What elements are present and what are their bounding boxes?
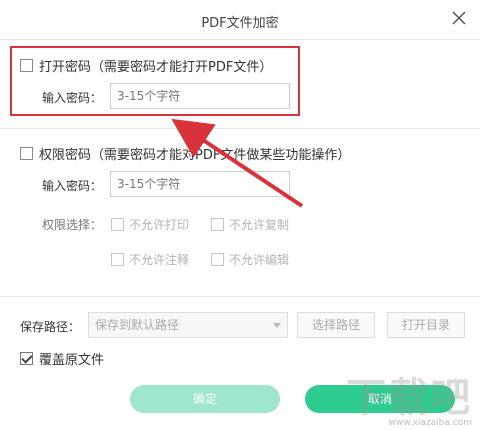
overwrite-label: 覆盖原文件 bbox=[39, 353, 105, 368]
perm-no-copy-label: 不允许复制 bbox=[229, 218, 290, 232]
dropdown-arrow-icon bbox=[273, 323, 281, 328]
save-path-value: 保存到默认路径 bbox=[95, 318, 180, 332]
open-password-input-label: 输入密码： bbox=[42, 91, 103, 105]
cancel-button[interactable]: 取消 bbox=[305, 385, 455, 413]
confirm-button[interactable]: 确定 bbox=[130, 385, 280, 413]
permission-password-label: 权限密码（需要密码才能对PDF文件做某些功能操作） bbox=[39, 148, 351, 163]
perm-no-annotate-label: 不允许注释 bbox=[129, 253, 190, 267]
perm-no-copy[interactable]: 不允许复制 bbox=[211, 216, 289, 233]
open-password-input[interactable] bbox=[110, 83, 290, 109]
permission-password-option[interactable]: 权限密码（需要密码才能对PDF文件做某些功能操作） bbox=[20, 144, 350, 163]
perm-no-edit-checkbox[interactable] bbox=[211, 253, 224, 266]
permission-password-input[interactable] bbox=[110, 171, 290, 197]
close-icon[interactable] bbox=[450, 9, 468, 27]
watermark-url: www.xiazaiba.com bbox=[388, 418, 472, 428]
open-password-checkbox[interactable] bbox=[20, 59, 33, 72]
title-bar: PDF文件加密 bbox=[0, 0, 480, 40]
permission-select-label: 权限选择： bbox=[42, 218, 103, 232]
overwrite-checkbox[interactable] bbox=[20, 352, 33, 365]
open-password-option[interactable]: 打开密码（需要密码才能打开PDF文件） bbox=[20, 56, 272, 75]
permission-password-checkbox[interactable] bbox=[20, 147, 33, 160]
perm-no-annotate-checkbox[interactable] bbox=[111, 253, 124, 266]
dialog-title: PDF文件加密 bbox=[201, 16, 279, 31]
permission-password-input-label: 输入密码： bbox=[42, 179, 103, 193]
section-divider bbox=[0, 128, 480, 129]
section-divider bbox=[0, 296, 480, 297]
save-path-select[interactable]: 保存到默认路径 bbox=[88, 312, 288, 338]
perm-no-edit-label: 不允许编辑 bbox=[229, 253, 290, 267]
perm-no-copy-checkbox[interactable] bbox=[211, 218, 224, 231]
perm-no-print[interactable]: 不允许打印 bbox=[111, 216, 189, 233]
open-folder-button[interactable]: 打开目录 bbox=[387, 312, 465, 338]
perm-no-print-checkbox[interactable] bbox=[111, 218, 124, 231]
perm-no-edit[interactable]: 不允许编辑 bbox=[211, 251, 289, 268]
perm-no-annotate[interactable]: 不允许注释 bbox=[111, 251, 189, 268]
save-path-label: 保存路径： bbox=[20, 320, 81, 334]
overwrite-option[interactable]: 覆盖原文件 bbox=[20, 349, 104, 368]
open-password-label: 打开密码（需要密码才能打开PDF文件） bbox=[39, 60, 273, 75]
perm-no-print-label: 不允许打印 bbox=[129, 218, 190, 232]
choose-path-button[interactable]: 选择路径 bbox=[297, 312, 375, 338]
